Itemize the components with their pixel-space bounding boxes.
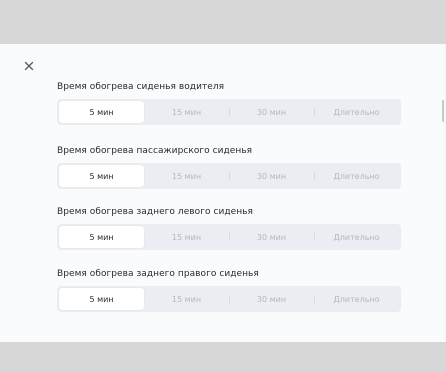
option-continuous[interactable]: Длительно — [314, 101, 399, 123]
option-continuous[interactable]: Длительно — [314, 226, 399, 248]
option-15-min[interactable]: 15 мин — [144, 101, 229, 123]
section-title: Время обогрева заднего левого сиденья — [57, 207, 253, 217]
close-button[interactable] — [20, 57, 38, 75]
scroll-indicator — [442, 100, 444, 122]
option-15-min[interactable]: 15 мин — [144, 226, 229, 248]
option-15-min[interactable]: 15 мин — [144, 288, 229, 310]
section-title: Время обогрева сиденья водителя — [57, 82, 225, 92]
option-continuous[interactable]: Длительно — [314, 165, 399, 187]
option-30-min[interactable]: 30 мин — [229, 165, 314, 187]
duration-selector: 5 мин 15 мин 30 мин Длительно — [57, 224, 401, 250]
close-icon — [24, 61, 34, 71]
passenger-seat-heating-section: Время обогрева пассажирского сиденья 5 м… — [57, 145, 401, 189]
top-bar — [0, 0, 446, 44]
option-continuous[interactable]: Длительно — [314, 288, 399, 310]
rear-left-seat-heating-section: Время обогрева заднего левого сиденья 5 … — [57, 206, 401, 250]
duration-selector: 5 мин 15 мин 30 мин Длительно — [57, 99, 401, 125]
option-30-min[interactable]: 30 мин — [229, 226, 314, 248]
section-title: Время обогрева заднего правого сиденья — [57, 269, 259, 279]
duration-selector: 5 мин 15 мин 30 мин Длительно — [57, 286, 401, 312]
option-30-min[interactable]: 30 мин — [229, 101, 314, 123]
option-5-min[interactable]: 5 мин — [59, 226, 144, 248]
option-30-min[interactable]: 30 мин — [229, 288, 314, 310]
bottom-bar — [0, 342, 446, 372]
section-title: Время обогрева пассажирского сиденья — [57, 146, 253, 156]
option-5-min[interactable]: 5 мин — [59, 101, 144, 123]
option-15-min[interactable]: 15 мин — [144, 165, 229, 187]
option-5-min[interactable]: 5 мин — [59, 288, 144, 310]
duration-selector: 5 мин 15 мин 30 мин Длительно — [57, 163, 401, 189]
rear-right-seat-heating-section: Время обогрева заднего правого сиденья 5… — [57, 268, 401, 312]
option-5-min[interactable]: 5 мин — [59, 165, 144, 187]
driver-seat-heating-section: Время обогрева сиденья водителя 5 мин 15… — [57, 81, 401, 125]
